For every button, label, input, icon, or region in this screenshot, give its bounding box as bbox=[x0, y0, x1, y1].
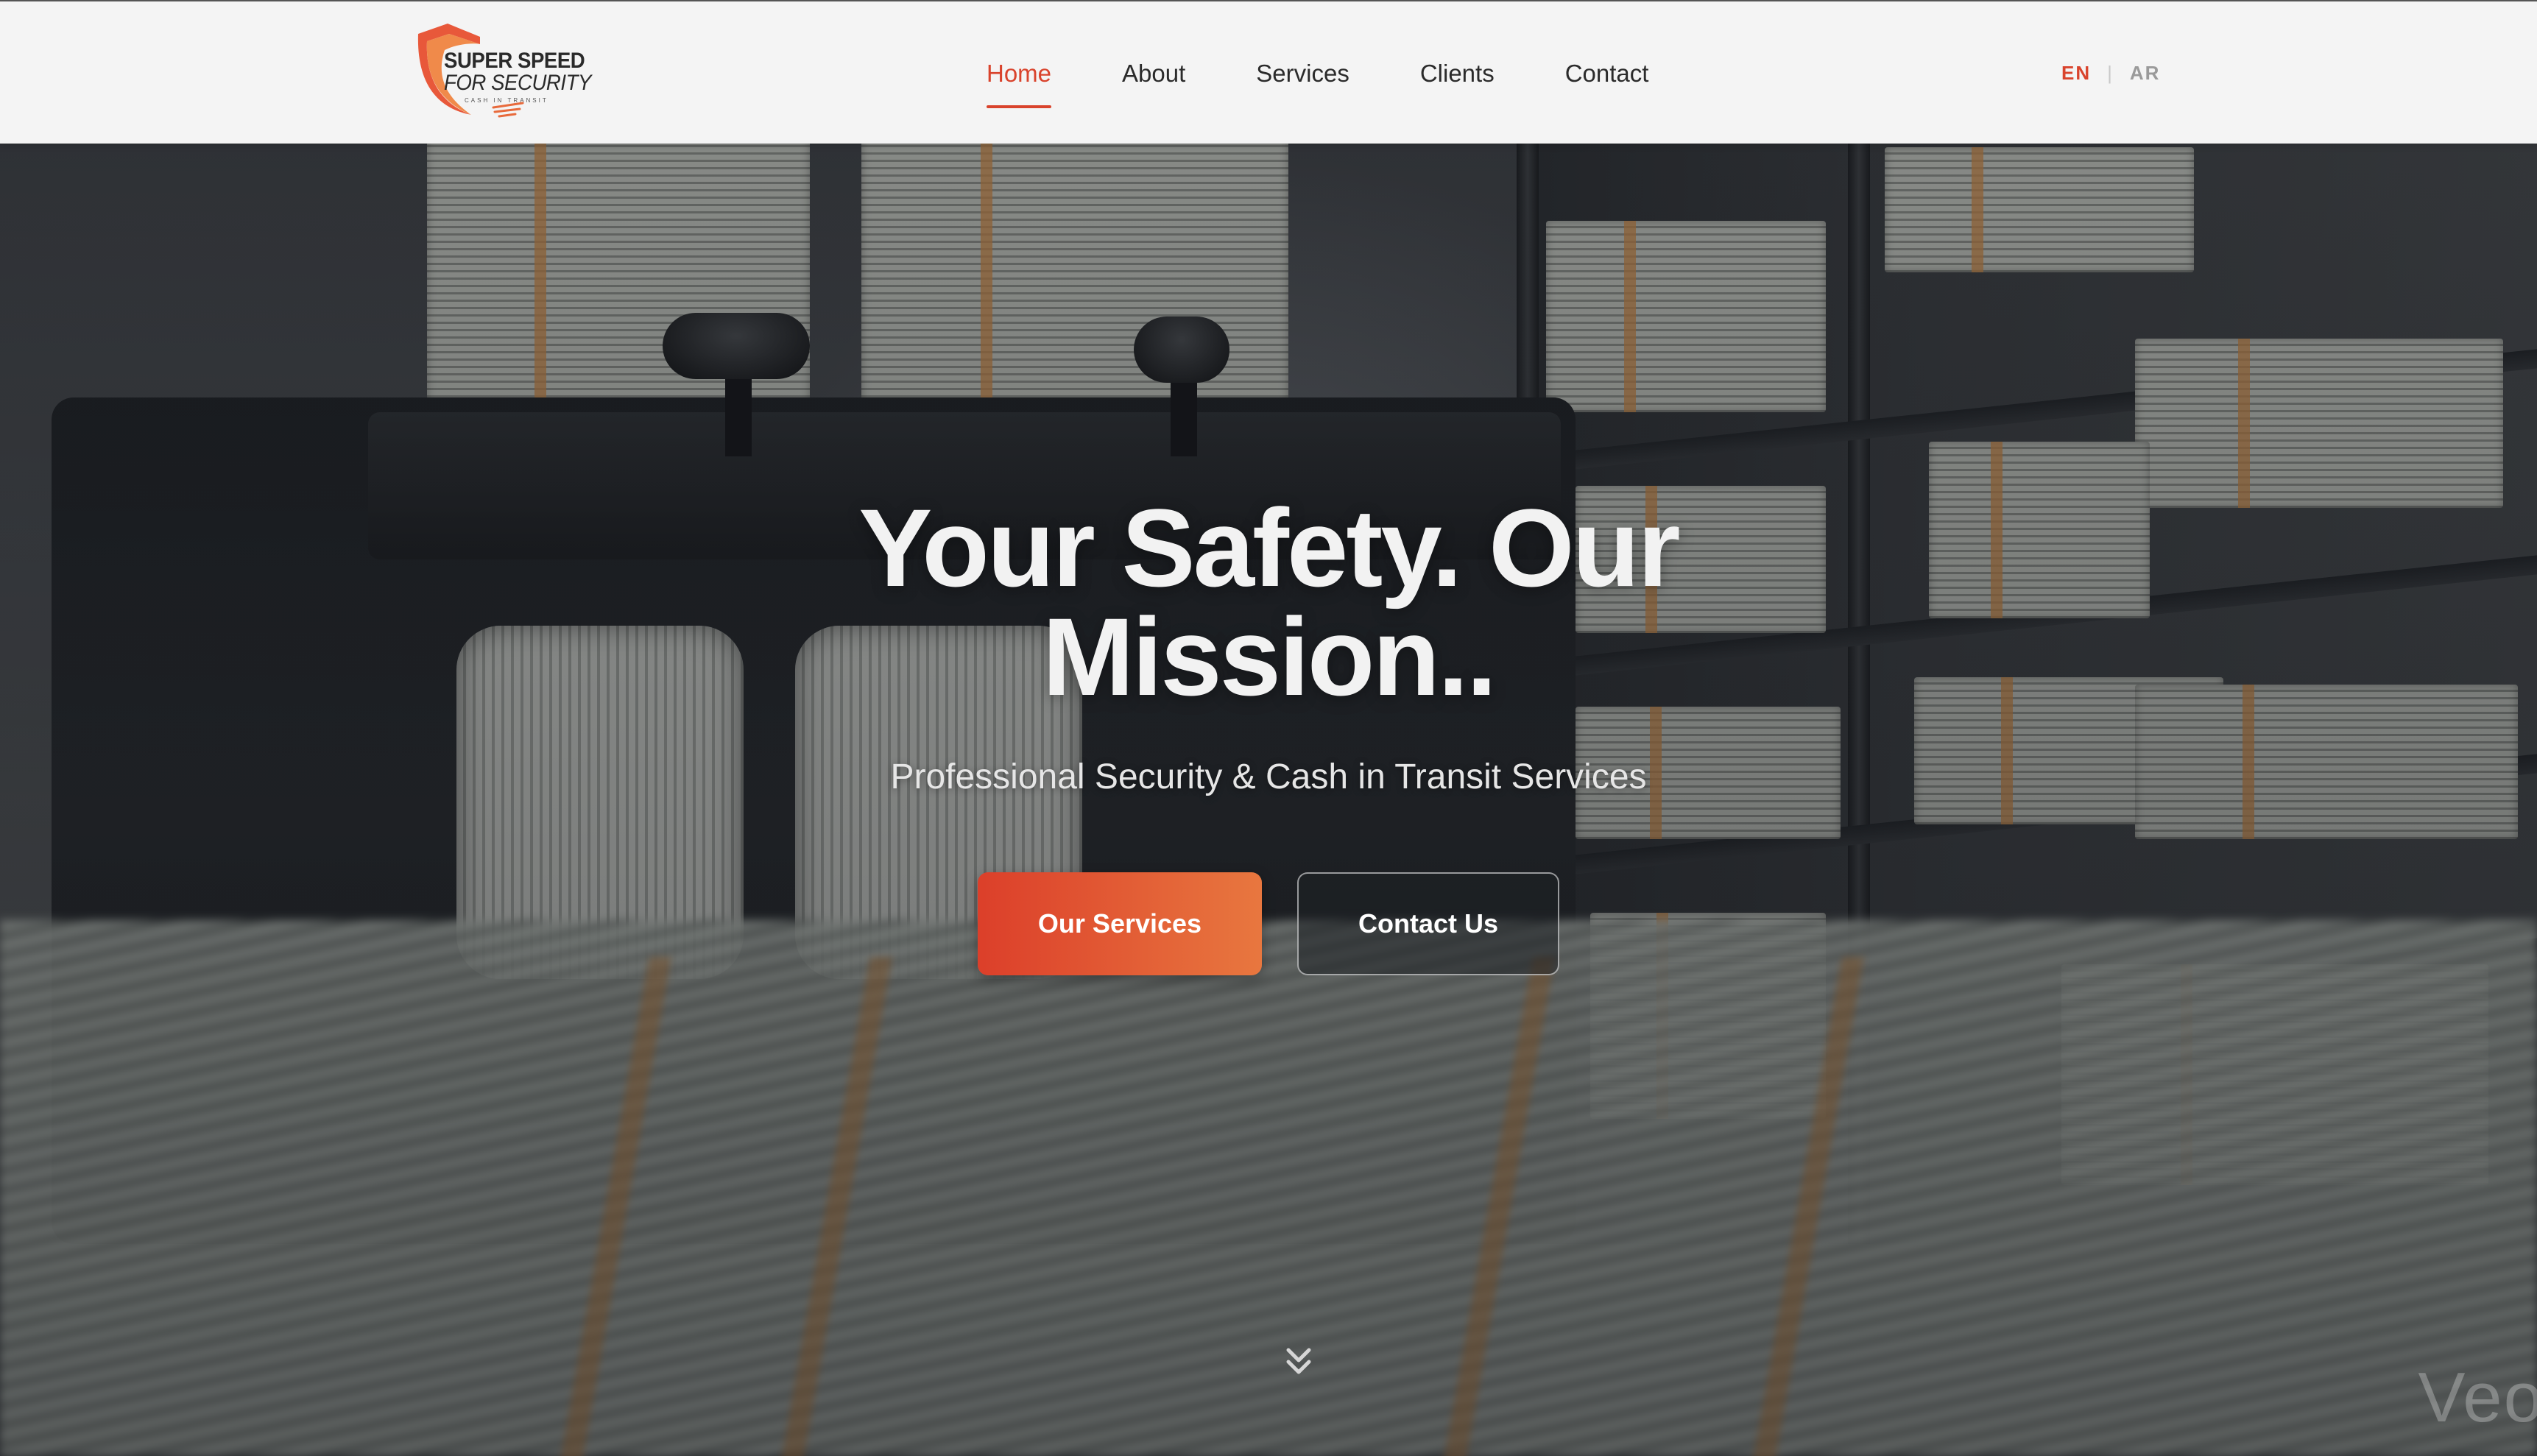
main-nav: Home About Services Clients Contact bbox=[987, 1, 1719, 145]
language-switcher: EN | AR bbox=[2061, 1, 2160, 145]
logo-line-1: SUPER SPEED bbox=[444, 49, 585, 73]
double-chevron-down-icon[interactable] bbox=[1282, 1346, 1315, 1378]
logo-text: SUPER SPEED FOR SECURITY CASH IN TRANSIT bbox=[444, 49, 604, 104]
nav-item-contact[interactable]: Contact bbox=[1565, 60, 1649, 88]
nav-item-home[interactable]: Home bbox=[987, 60, 1052, 108]
logo-line-2: FOR SECURITY bbox=[444, 71, 591, 95]
watermark: Veo bbox=[2418, 1358, 2537, 1437]
hero-title: Your Safety. Our Mission.. bbox=[858, 486, 1680, 718]
nav-item-about[interactable]: About bbox=[1122, 60, 1185, 88]
hero-section: Your Safety. Our Mission.. Professional … bbox=[0, 486, 2537, 797]
nav-item-clients[interactable]: Clients bbox=[1420, 60, 1495, 88]
nav-item-services[interactable]: Services bbox=[1256, 60, 1349, 88]
lang-ar-button[interactable]: AR bbox=[2130, 62, 2161, 85]
lang-separator: | bbox=[2107, 62, 2114, 84]
logo-line-3: CASH IN TRANSIT bbox=[465, 97, 548, 104]
contact-us-button[interactable]: Contact Us bbox=[1297, 872, 1559, 975]
cta-row: Our Services Contact Us bbox=[0, 872, 2537, 975]
logo[interactable]: SUPER SPEED FOR SECURITY CASH IN TRANSIT bbox=[412, 21, 591, 120]
hero-subtitle: Professional Security & Cash in Transit … bbox=[890, 757, 1647, 796]
page: Veo SUPER SPEED FOR SECURITY CASH IN TRA… bbox=[0, 0, 2537, 1456]
lang-en-button[interactable]: EN bbox=[2061, 62, 2091, 85]
our-services-button[interactable]: Our Services bbox=[978, 872, 1262, 975]
site-header: SUPER SPEED FOR SECURITY CASH IN TRANSIT… bbox=[0, 0, 2537, 144]
